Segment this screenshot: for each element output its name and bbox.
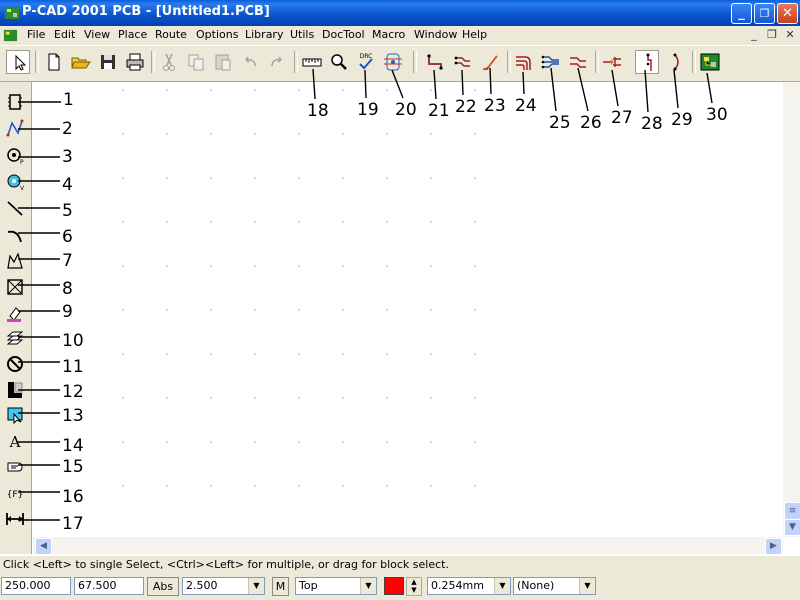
grid-value: 2.500	[186, 579, 218, 592]
scroll-down-button[interactable]: ▼	[784, 519, 800, 536]
callout-label: 4	[62, 175, 73, 195]
callout-label: 17	[62, 514, 84, 534]
layer-select[interactable]: Top ▼	[295, 577, 377, 595]
callout-label: 8	[62, 279, 73, 299]
callout-label: 27	[611, 108, 633, 128]
layer-value: Top	[299, 579, 318, 592]
grid-select[interactable]: 2.500 ▼	[182, 577, 265, 595]
callout-label: 24	[515, 96, 537, 116]
status-prompt: Click <Left> to single Select, <Ctrl><Le…	[0, 556, 800, 573]
callout-leaders	[18, 67, 713, 521]
callout-label: 11	[62, 357, 84, 377]
callout-label: 30	[706, 105, 728, 125]
callout-label: 29	[671, 110, 693, 130]
callout-label: 23	[484, 96, 506, 116]
callout-label: 16	[62, 487, 84, 507]
layer-color-swatch[interactable]	[384, 577, 404, 595]
net-value: (None)	[517, 579, 555, 592]
callout-label: 22	[455, 97, 477, 117]
callout-label: 9	[62, 302, 73, 322]
y-coordinate-field[interactable]: 67.500	[74, 577, 144, 595]
callout-label: 3	[62, 147, 73, 167]
callout-label: 18	[307, 101, 329, 121]
horizontal-scrollbar[interactable]: ◀ ▶	[33, 537, 783, 555]
vertical-scrollbar[interactable]: ≡ ▼	[783, 82, 800, 537]
callout-label: 1	[63, 90, 74, 110]
callout-label: 6	[62, 227, 73, 247]
net-select[interactable]: (None) ▼	[513, 577, 596, 595]
callout-label: 28	[641, 114, 663, 134]
chevron-down-icon: ▼	[494, 578, 510, 594]
callout-label: 13	[62, 406, 84, 426]
vscroll-thumb[interactable]: ≡	[784, 502, 800, 520]
chevron-down-icon: ▼	[579, 578, 595, 594]
width-select[interactable]: 0.254mm ▼	[427, 577, 511, 595]
width-value: 0.254mm	[431, 579, 484, 592]
callout-label: 25	[549, 113, 571, 133]
status-message: Click <Left> to single Select, <Ctrl><Le…	[3, 558, 449, 571]
callout-label: 21	[428, 101, 450, 121]
layer-spinner[interactable]: ▲ ▼	[406, 577, 422, 596]
callout-label: 2	[62, 119, 73, 139]
m-button[interactable]: M	[272, 577, 289, 596]
callout-label: 14	[62, 436, 84, 456]
callout-label: 10	[62, 331, 84, 351]
scroll-right-button[interactable]: ▶	[765, 538, 782, 555]
scroll-left-button[interactable]: ◀	[35, 538, 52, 555]
callout-label: 19	[357, 100, 379, 120]
x-coordinate-field[interactable]: 250.000	[1, 577, 71, 595]
callout-label: 5	[62, 201, 73, 221]
callout-label: 7	[62, 251, 73, 271]
callout-label: 12	[62, 382, 84, 402]
chevron-down-icon: ▼	[248, 578, 264, 594]
callout-label: 15	[62, 457, 84, 477]
callout-label: 20	[395, 100, 417, 120]
callout-label: 26	[580, 113, 602, 133]
chevron-down-icon: ▼	[360, 578, 376, 594]
abs-button[interactable]: Abs	[147, 577, 179, 596]
